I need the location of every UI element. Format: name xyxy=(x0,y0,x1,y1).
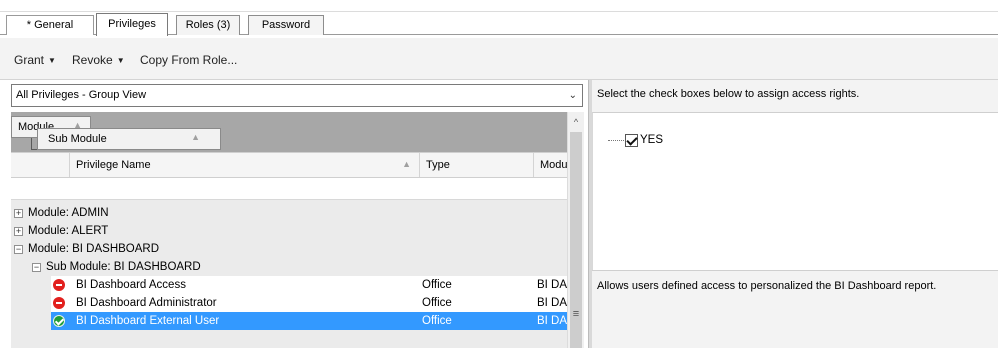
module-cell: BI DA xyxy=(537,315,567,327)
sort-up-icon: ▲ xyxy=(402,159,411,169)
sub-group-row-bi-dashboard[interactable]: − Sub Module: BI DASHBOARD xyxy=(11,258,567,276)
type-cell: Office xyxy=(422,279,452,291)
expand-icon[interactable]: + xyxy=(14,227,23,236)
privilege-name-cell: BI Dashboard Access xyxy=(76,279,186,291)
privilege-name-cell: BI Dashboard Administrator xyxy=(76,297,217,309)
collapse-icon[interactable]: − xyxy=(14,245,23,254)
type-cell: Office xyxy=(422,297,452,309)
grip-icon: ≡ xyxy=(572,308,580,320)
module-cell: BI DA xyxy=(537,279,567,291)
grid-header: Privilege Name ▲ Type Modu xyxy=(11,152,568,178)
copy-from-role-button[interactable]: Copy From Role... xyxy=(140,53,237,67)
revoke-label: Revoke xyxy=(72,53,113,67)
module-cell: BI DA xyxy=(537,297,567,309)
table-row-selected[interactable]: BI Dashboard External User Office BI DA xyxy=(51,312,567,330)
allow-icon xyxy=(53,315,65,327)
group-chip-sub-module[interactable]: Sub Module ▲ xyxy=(37,128,221,150)
column-header-type[interactable]: Type xyxy=(419,153,533,177)
collapse-icon[interactable]: − xyxy=(32,263,41,272)
grant-button[interactable]: Grant ▼ xyxy=(14,53,56,67)
column-header-label: Privilege Name xyxy=(76,159,151,171)
deny-icon xyxy=(53,279,65,291)
rights-tree: YES xyxy=(592,112,998,270)
tab-general[interactable]: * General xyxy=(6,15,94,35)
tab-roles[interactable]: Roles (3) xyxy=(176,15,240,35)
deny-icon xyxy=(53,297,65,309)
group-row-label: Module: BI DASHBOARD xyxy=(28,243,160,255)
sort-up-icon: ▲ xyxy=(191,132,200,142)
grant-label: Grant xyxy=(14,53,45,67)
column-header-module[interactable]: Modu xyxy=(533,153,568,177)
column-header-privilege-name[interactable]: Privilege Name ▲ xyxy=(69,153,419,177)
group-row-label: Module: ALERT xyxy=(28,225,109,237)
yes-checkbox-label[interactable]: YES xyxy=(640,134,663,147)
tab-strip: * General Privileges Roles (3) Password xyxy=(0,0,998,38)
group-row-admin[interactable]: + Module: ADMIN xyxy=(11,204,567,222)
column-header-indent xyxy=(11,153,69,177)
table-row[interactable]: BI Dashboard Access Office BI DA xyxy=(51,276,567,294)
sub-group-row-label: Sub Module: BI DASHBOARD xyxy=(46,261,201,273)
tab-password[interactable]: Password xyxy=(248,15,324,35)
privilege-description: Allows users defined access to personali… xyxy=(592,270,998,348)
view-mode-value: All Privileges - Group View xyxy=(16,89,147,101)
revoke-button[interactable]: Revoke ▼ xyxy=(72,53,125,67)
table-row[interactable]: BI Dashboard Administrator Office BI DA xyxy=(51,294,567,312)
vertical-scrollbar[interactable]: ^ ≡ xyxy=(567,112,584,348)
privilege-name-cell: BI Dashboard External User xyxy=(76,315,220,327)
filter-row[interactable] xyxy=(11,178,567,200)
group-row-alert[interactable]: + Module: ALERT xyxy=(11,222,567,240)
expand-icon[interactable]: + xyxy=(14,209,23,218)
tab-privileges[interactable]: Privileges xyxy=(96,13,168,36)
toolbar: Grant ▼ Revoke ▼ Copy From Role... xyxy=(0,38,998,80)
group-chip-label: Sub Module xyxy=(48,133,107,145)
yes-checkbox[interactable] xyxy=(625,134,638,147)
chevron-down-icon[interactable]: ⌄ xyxy=(569,85,577,106)
chevron-down-icon: ▼ xyxy=(48,56,56,65)
tab-strip-top-line xyxy=(0,11,998,12)
scroll-up-icon[interactable]: ^ xyxy=(568,114,584,130)
chevron-down-icon: ▼ xyxy=(116,56,125,65)
group-row-bi-dashboard[interactable]: − Module: BI DASHBOARD xyxy=(11,240,567,258)
tree-connector xyxy=(608,140,624,141)
type-cell: Office xyxy=(422,315,452,327)
grid-body: + Module: ADMIN + Module: ALERT − Module… xyxy=(11,200,567,348)
group-by-panel: Module ▲ Sub Module ▲ xyxy=(11,112,567,152)
view-mode-select[interactable]: All Privileges - Group View ⌄ xyxy=(11,84,583,107)
rights-instruction: Select the check boxes below to assign a… xyxy=(592,80,998,112)
group-row-label: Module: ADMIN xyxy=(28,207,109,219)
